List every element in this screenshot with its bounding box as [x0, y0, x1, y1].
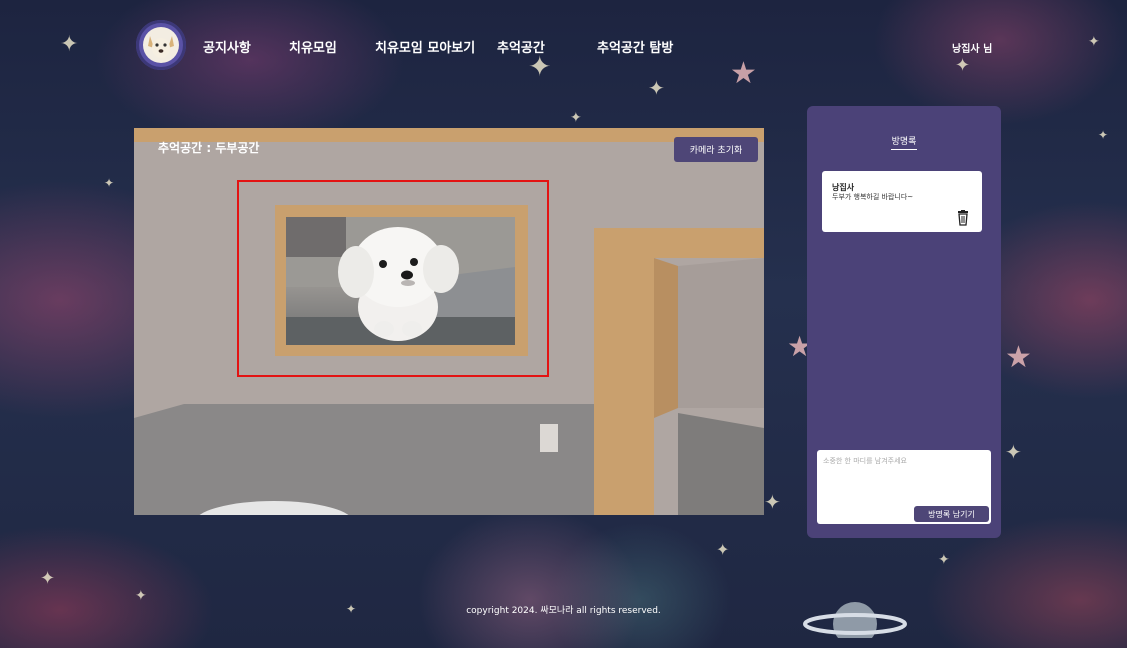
trash-icon[interactable]: [956, 210, 970, 226]
star-icon: ✦: [1005, 440, 1022, 464]
guestbook-entry-message: 두부가 행복하길 바랍니다~: [832, 193, 914, 201]
dog-logo-icon[interactable]: [136, 20, 186, 70]
user-name[interactable]: 낭집사 님: [952, 40, 992, 55]
nav-memory-space-explore[interactable]: 추억공간 탐방: [597, 37, 673, 56]
guestbook-title: 방명록: [891, 137, 917, 147]
star-icon: ✦: [716, 540, 730, 559]
star-icon: ✦: [104, 176, 115, 190]
nav-notice[interactable]: 공지사항: [203, 37, 251, 56]
room-title: 추억공간 : 두부공간: [158, 141, 260, 155]
memory-room-viewport[interactable]: 추억공간 : 두부공간 카메라 초기화: [134, 128, 764, 515]
site-header: 공지사항 치유모임 치유모임 모아보기 추억공간 추억공간 탐방 낭집사 님: [0, 0, 1127, 90]
star-icon: ✦: [1098, 128, 1109, 142]
star-icon: ✦: [40, 568, 56, 589]
star-icon: ✦: [938, 552, 950, 568]
star-icon: ✦: [570, 110, 582, 126]
selection-highlight: [237, 180, 549, 377]
footer-copyright: copyright 2024. 싸모나라 all rights reserved…: [466, 606, 661, 616]
nav-healing-meetings-collection[interactable]: 치유모임 모아보기: [375, 37, 475, 56]
guestbook-input-box: 방명록 남기기: [817, 450, 991, 524]
star-icon: ✦: [135, 588, 147, 604]
star-icon: ✦: [764, 490, 781, 514]
guestbook-entry: 낭집사 두부가 행복하길 바랍니다~: [822, 171, 982, 232]
guestbook-message-input[interactable]: [823, 456, 985, 486]
star-icon: ★: [1005, 340, 1032, 375]
nav-memory-space[interactable]: 추억공간: [497, 37, 545, 56]
camera-reset-button[interactable]: 카메라 초기화: [674, 137, 758, 162]
nav-healing-meetings[interactable]: 치유모임: [289, 37, 337, 56]
guestbook-title-underline: [891, 149, 917, 150]
guestbook-panel: 방명록 낭집사 두부가 행복하길 바랍니다~ 방명록 남기기: [807, 106, 1001, 538]
guestbook-submit-button[interactable]: 방명록 남기기: [914, 506, 989, 522]
